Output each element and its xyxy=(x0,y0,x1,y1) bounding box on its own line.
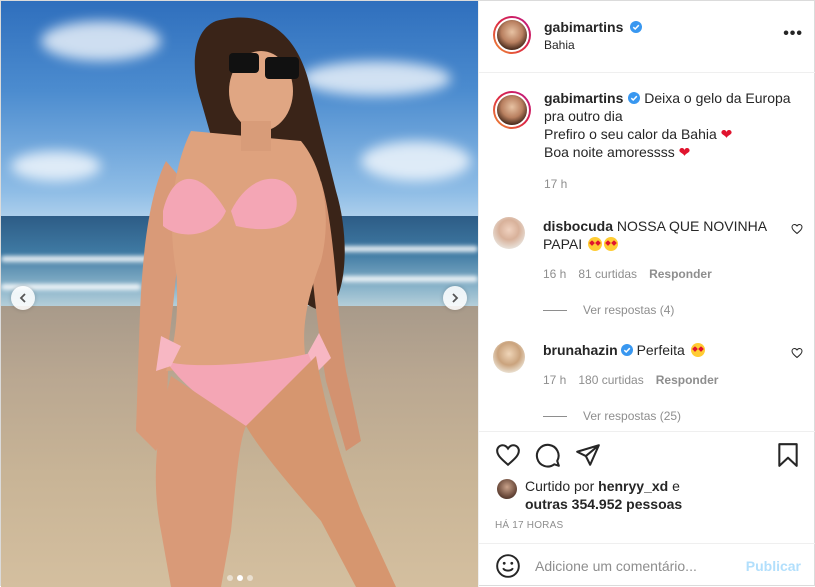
more-options-button[interactable]: ••• xyxy=(783,25,803,43)
comment-time[interactable]: 16 h xyxy=(543,267,566,281)
reply-button[interactable]: Responder xyxy=(649,267,712,281)
add-comment-bar: Publicar xyxy=(479,543,815,587)
carousel-dot xyxy=(226,575,233,581)
post-caption: gabimartins Deixa o gelo da Europa pra o… xyxy=(493,89,803,191)
view-replies-button[interactable]: Ver respostas (25) xyxy=(543,409,803,423)
publish-button[interactable]: Publicar xyxy=(746,558,801,574)
heart-emoji: ❤ xyxy=(678,144,691,160)
comment-likes[interactable]: 180 curtidas xyxy=(578,373,643,387)
star-eyes-emoji xyxy=(588,237,603,251)
star-eyes-emoji xyxy=(690,343,705,357)
caption-text: gabimartins Deixa o gelo da Europa pra o… xyxy=(544,89,803,161)
caption-line-2: Prefiro o seu calor da Bahia xyxy=(544,126,717,142)
post-location[interactable]: Bahia xyxy=(544,38,575,52)
liked-by: Curtido por henryy_xd e outras 354.952 p… xyxy=(497,477,682,513)
comment-avatar[interactable] xyxy=(493,217,525,249)
comment-meta: 16 h 81 curtidas Responder xyxy=(543,267,803,281)
comment-avatar[interactable] xyxy=(493,341,525,373)
comment-like-icon[interactable] xyxy=(791,347,803,359)
comments-list: gabimartins Deixa o gelo da Europa pra o… xyxy=(479,73,815,431)
caption-line-3: Boa noite amoressss xyxy=(544,144,675,160)
paper-plane-icon[interactable] xyxy=(575,442,601,468)
heart-emoji: ❤ xyxy=(720,126,733,142)
caption-avatar[interactable] xyxy=(493,91,531,129)
chevron-left-icon xyxy=(19,293,26,303)
author-username[interactable]: gabimartins xyxy=(544,19,623,35)
instagram-post: gabimartins Bahia ••• gabimartins Deixa … xyxy=(0,0,815,587)
post-header: gabimartins Bahia ••• xyxy=(479,1,815,73)
liked-by-others[interactable]: outras 354.952 pessoas xyxy=(525,496,682,512)
carousel-dot-active xyxy=(236,575,243,581)
author-avatar[interactable] xyxy=(493,16,531,54)
comment-bubble-icon[interactable] xyxy=(535,442,561,468)
bookmark-icon[interactable] xyxy=(775,442,801,468)
post-photo[interactable] xyxy=(1,1,478,587)
view-replies-label: Ver respostas (25) xyxy=(583,409,682,423)
post-side-panel: gabimartins Bahia ••• gabimartins Deixa … xyxy=(478,1,815,587)
comment-likes[interactable]: 81 curtidas xyxy=(578,267,637,281)
comment-item: disbocuda NOSSA QUE NOVINHA PAPAI 16 h 8… xyxy=(493,217,803,317)
liked-by-connector: e xyxy=(672,478,680,494)
comment-username[interactable]: disbocuda xyxy=(543,218,613,234)
comment-body: disbocuda NOSSA QUE NOVINHA PAPAI xyxy=(543,217,773,253)
comment-input[interactable] xyxy=(535,557,746,574)
liked-by-avatar[interactable] xyxy=(497,479,517,499)
smiley-icon[interactable] xyxy=(495,553,521,579)
comment-username[interactable]: brunahazin xyxy=(543,342,618,358)
post-timestamp[interactable]: HÁ 17 HORAS xyxy=(495,520,563,531)
liked-by-user[interactable]: henryy_xd xyxy=(598,478,668,494)
liked-by-prefix: Curtido por xyxy=(525,478,595,494)
comment-meta: 17 h 180 curtidas Responder xyxy=(543,373,803,387)
caption-time: 17 h xyxy=(544,177,568,191)
comment-like-icon[interactable] xyxy=(791,223,803,235)
carousel-dot xyxy=(246,575,253,581)
post-actions: Curtido por henryy_xd e outras 354.952 p… xyxy=(479,431,815,543)
reply-button[interactable]: Responder xyxy=(656,373,719,387)
photo-subject xyxy=(136,17,396,587)
caption-username[interactable]: gabimartins xyxy=(544,90,623,106)
view-replies-label: Ver respostas (4) xyxy=(583,303,675,317)
comment-time[interactable]: 17 h xyxy=(543,373,566,387)
verified-badge-icon xyxy=(630,21,643,33)
carousel-prev-button[interactable] xyxy=(11,286,35,310)
verified-badge-icon xyxy=(628,92,641,104)
comment-text: Perfeita xyxy=(636,342,685,358)
verified-badge-icon xyxy=(620,344,633,356)
liked-by-text: Curtido por henryy_xd e outras 354.952 p… xyxy=(525,477,682,513)
chevron-right-icon xyxy=(452,293,459,303)
comment-body: brunahazin Perfeita xyxy=(543,341,773,359)
view-replies-button[interactable]: Ver respostas (4) xyxy=(543,303,803,317)
heart-outline-icon[interactable] xyxy=(495,442,521,468)
comment-item: brunahazin Perfeita 17 h 180 curtidas Re… xyxy=(493,341,803,423)
carousel-dots xyxy=(1,575,478,581)
star-eyes-emoji xyxy=(604,237,619,251)
carousel-next-button[interactable] xyxy=(443,286,467,310)
